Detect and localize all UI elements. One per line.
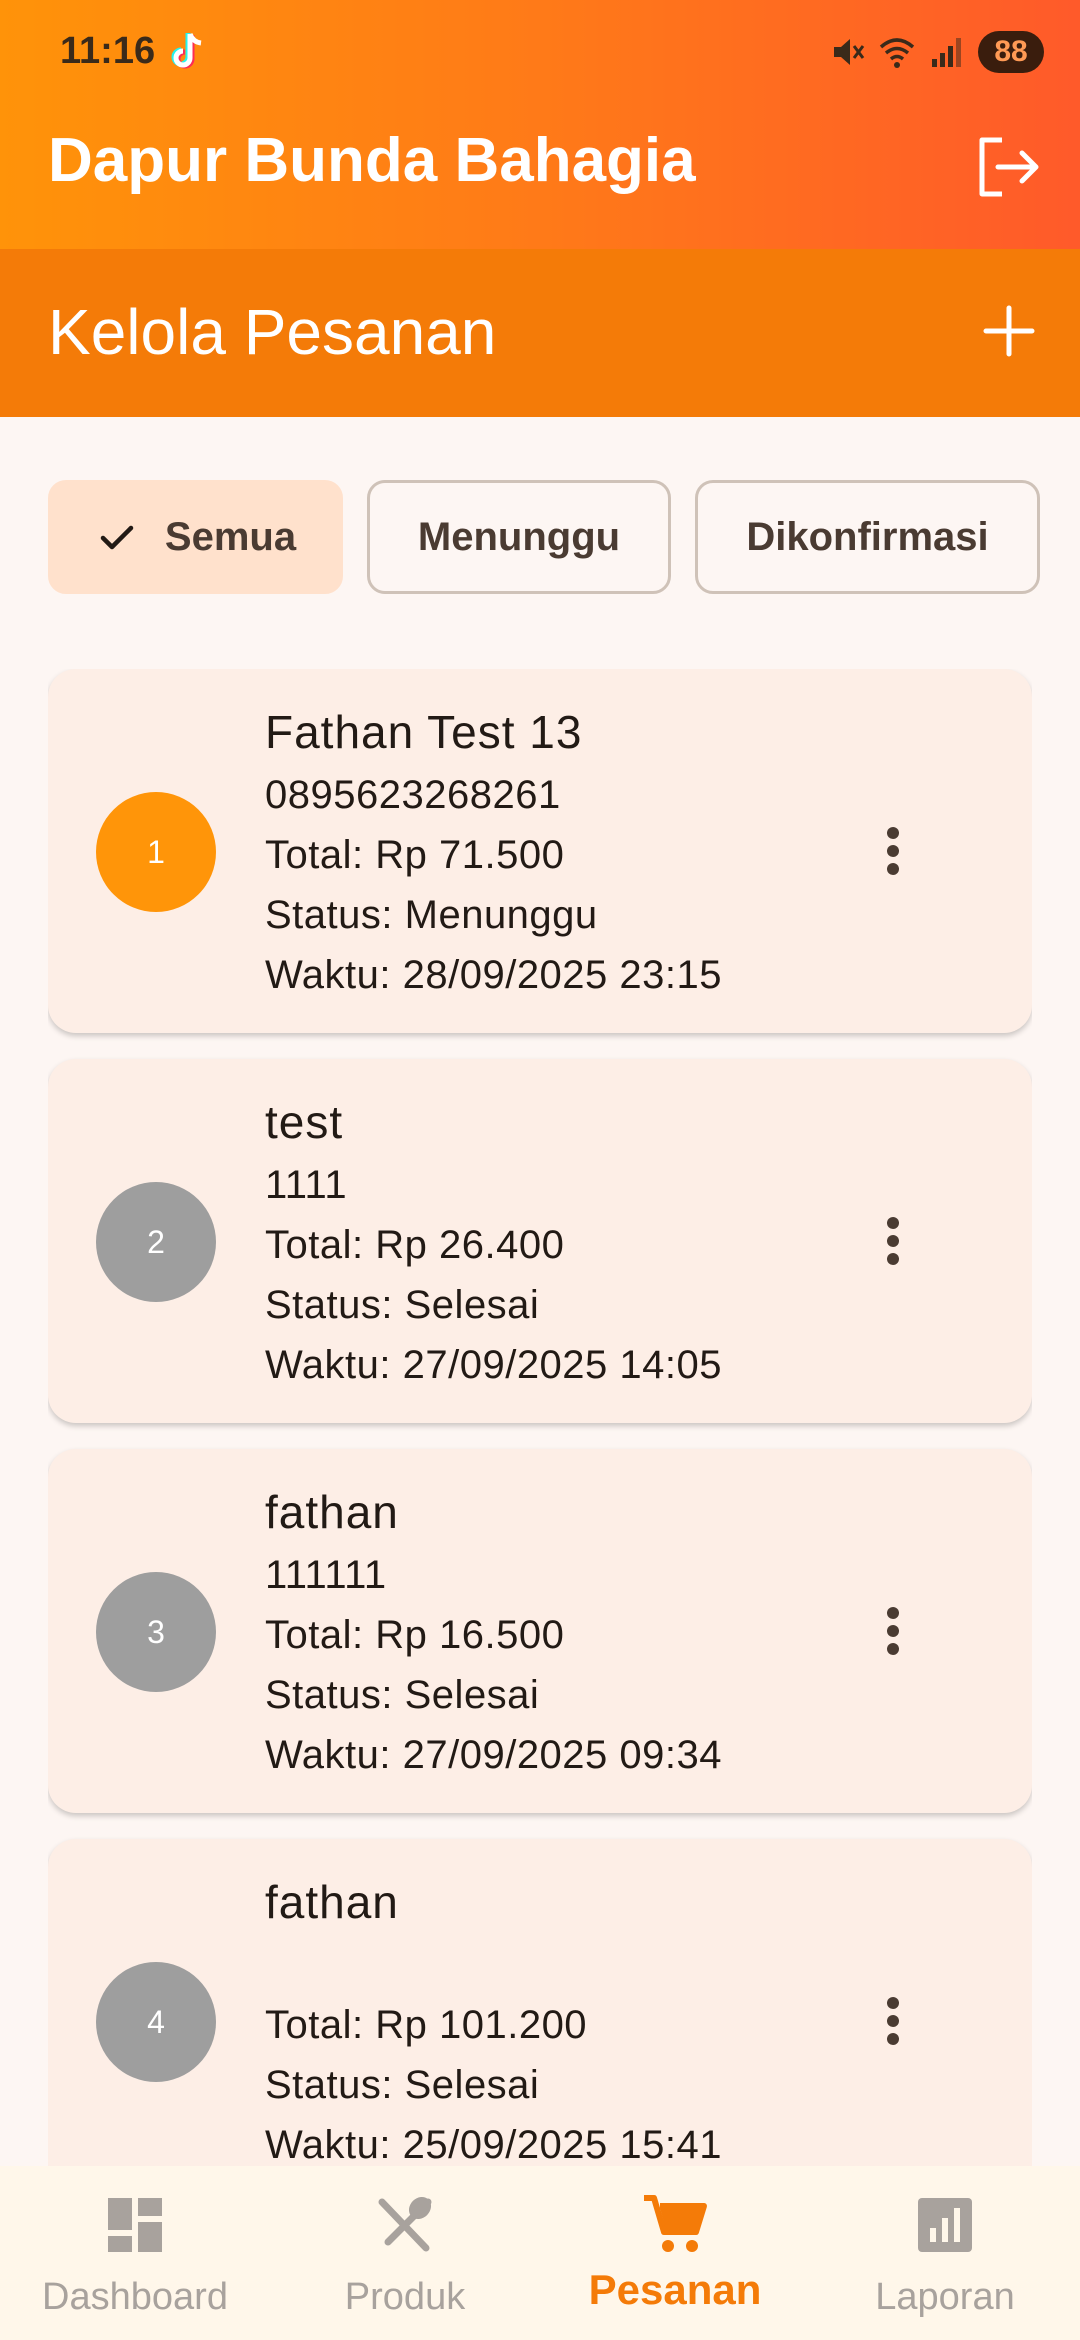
filter-chip-menunggu[interactable]: Menunggu <box>367 480 671 594</box>
customer-name: Fathan Test 13 <box>265 706 583 758</box>
battery-indicator: 88 <box>978 31 1044 73</box>
order-card[interactable]: 2 test 1111 Total: Rp 26.400 Status: Sel… <box>48 1059 1032 1423</box>
customer-phone: 0895623268261 <box>265 773 561 817</box>
customer-phone: 111111 <box>265 1553 387 1597</box>
top-header: 11:16 88 Dapur Bunda Bahagia <box>0 0 1080 249</box>
order-card[interactable]: 1 Fathan Test 13 0895623268261 Total: Rp… <box>48 669 1032 1033</box>
order-total: Total: Rp 26.400 <box>265 1223 565 1267</box>
nav-label: Produk <box>344 2276 466 2318</box>
order-time: Waktu: 27/09/2025 14:05 <box>265 1343 723 1387</box>
order-number-avatar: 2 <box>96 1182 216 1302</box>
nav-label: Dashboard <box>42 2276 228 2318</box>
order-total: Total: Rp 101.200 <box>265 2003 588 2047</box>
dashboard-icon <box>108 2198 162 2252</box>
nav-item-laporan[interactable]: Laporan <box>810 2166 1080 2340</box>
order-status: Status: Menunggu <box>265 893 598 937</box>
customer-phone: 1111 <box>265 1163 348 1207</box>
mute-icon <box>834 39 865 65</box>
report-icon <box>918 2198 972 2252</box>
more-options-icon[interactable] <box>858 1596 928 1666</box>
order-list: 1 Fathan Test 13 0895623268261 Total: Rp… <box>48 669 1032 2169</box>
more-options-icon[interactable] <box>858 1206 928 1276</box>
nav-item-produk[interactable]: Produk <box>270 2166 540 2340</box>
check-icon <box>100 525 134 550</box>
filter-chip-semua[interactable]: Semua <box>48 480 343 594</box>
customer-name: fathan <box>265 1876 399 1928</box>
nav-item-pesanan[interactable]: Pesanan <box>540 2166 810 2340</box>
status-icons: 88 <box>828 30 1044 74</box>
more-options-icon[interactable] <box>858 1986 928 2056</box>
order-card[interactable]: 4 fathan Total: Rp 101.200 Status: Seles… <box>48 1839 1032 2169</box>
page-title: Kelola Pesanan <box>48 296 497 368</box>
nav-item-dashboard[interactable]: Dashboard <box>0 2166 270 2340</box>
customer-name: fathan <box>265 1486 399 1538</box>
status-bar: 11:16 88 <box>0 0 1080 104</box>
order-time: Waktu: 25/09/2025 15:41 <box>265 2123 723 2167</box>
add-order-button[interactable] <box>978 300 1040 362</box>
utensils-icon <box>378 2196 432 2252</box>
filter-chips: Semua Menunggu Dikonfirmasi <box>48 480 1048 594</box>
order-card[interactable]: 3 fathan 111111 Total: Rp 16.500 Status:… <box>48 1449 1032 1813</box>
order-time: Waktu: 27/09/2025 09:34 <box>265 1733 723 1777</box>
bottom-navigation: Dashboard Produk Pesanan Laporan <box>0 2166 1080 2340</box>
app-root: 11:16 88 Dapur Bunda Bahagia Kelola Pesa… <box>0 0 1080 2340</box>
logout-icon[interactable] <box>972 132 1042 202</box>
order-number-avatar: 1 <box>96 792 216 912</box>
order-number-avatar: 4 <box>96 1962 216 2082</box>
nav-label: Laporan <box>875 2276 1015 2318</box>
order-number-avatar: 3 <box>96 1572 216 1692</box>
filter-chip-label: Semua <box>164 514 297 559</box>
order-total: Total: Rp 71.500 <box>265 833 565 877</box>
order-time: Waktu: 28/09/2025 23:15 <box>265 953 723 997</box>
filter-chip-label: Menunggu <box>417 514 621 559</box>
filter-chip-label: Dikonfirmasi <box>746 514 989 559</box>
status-time: 11:16 <box>60 30 156 72</box>
order-status: Status: Selesai <box>265 1283 540 1327</box>
cart-icon <box>644 2195 707 2252</box>
order-status: Status: Selesai <box>265 1673 540 1717</box>
customer-name: test <box>265 1096 344 1148</box>
wifi-icon <box>879 38 915 68</box>
order-status: Status: Selesai <box>265 2063 540 2107</box>
signal-icon <box>932 38 961 67</box>
nav-label: Pesanan <box>588 2266 762 2313</box>
filter-chip-dikonfirmasi[interactable]: Dikonfirmasi <box>695 480 1040 594</box>
app-title: Dapur Bunda Bahagia <box>48 126 696 195</box>
customer-phone <box>265 1935 722 1995</box>
order-total: Total: Rp 16.500 <box>265 1613 565 1657</box>
more-options-icon[interactable] <box>858 816 928 886</box>
tiktok-icon <box>171 33 202 69</box>
